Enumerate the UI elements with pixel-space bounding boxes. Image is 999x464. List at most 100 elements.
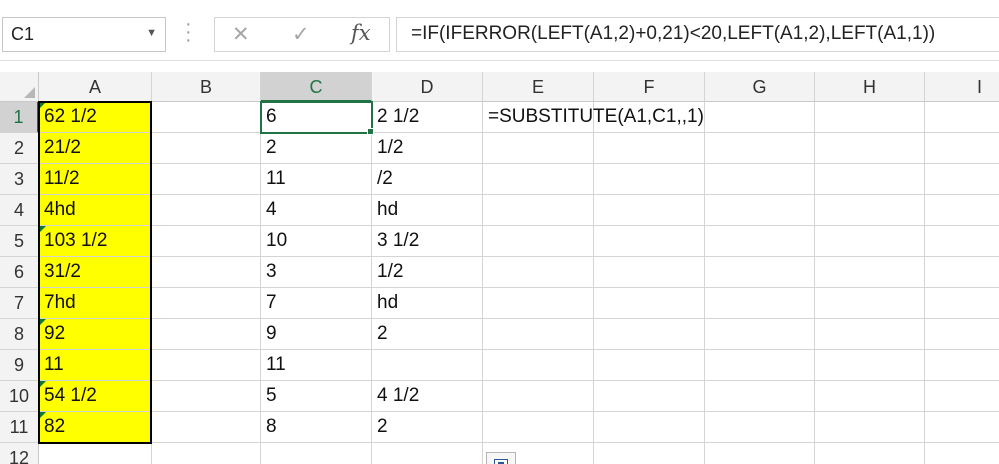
row-header-3[interactable]: 3 — [0, 164, 39, 195]
cell-c1[interactable]: 6 — [261, 102, 372, 133]
fx-icon[interactable]: fx — [351, 21, 371, 45]
row-header-12[interactable]: 12 — [0, 443, 39, 464]
row-header-11[interactable]: 11 — [0, 412, 39, 443]
cell-f3[interactable] — [594, 164, 705, 195]
row-header-1[interactable]: 1 — [0, 102, 39, 133]
cell-e4[interactable] — [483, 195, 594, 226]
cell-g5[interactable] — [705, 226, 815, 257]
cell-d1[interactable]: 2 1/2 — [372, 102, 483, 133]
cell-b12[interactable] — [152, 443, 261, 464]
row-header-10[interactable]: 10 — [0, 381, 39, 412]
cell-a7[interactable]: 7hd — [39, 288, 152, 319]
chevron-down-icon[interactable]: ▼ — [146, 27, 157, 39]
fill-handle[interactable] — [367, 128, 374, 135]
cell-b6[interactable] — [152, 257, 261, 288]
cell-h11[interactable] — [815, 412, 925, 443]
cell-i10[interactable] — [925, 381, 999, 412]
cell-g9[interactable] — [705, 350, 815, 381]
cell-g6[interactable] — [705, 257, 815, 288]
row-header-6[interactable]: 6 — [0, 257, 39, 288]
column-header-f[interactable]: F — [594, 72, 705, 102]
check-icon[interactable]: ✓ — [292, 22, 310, 47]
spreadsheet-grid[interactable]: A B C D E F G H I 1 62 1/2 6 2 1/2 =SUBSTITUTE(A1,C1,… — [0, 72, 999, 464]
cell-i11[interactable] — [925, 412, 999, 443]
cell-b5[interactable] — [152, 226, 261, 257]
cell-f12[interactable] — [594, 443, 705, 464]
column-header-d[interactable]: D — [372, 72, 483, 102]
cell-b11[interactable] — [152, 412, 261, 443]
column-header-i[interactable]: I — [925, 72, 999, 102]
cell-b4[interactable] — [152, 195, 261, 226]
cell-d5[interactable]: 3 1/2 — [372, 226, 483, 257]
cell-e3[interactable] — [483, 164, 594, 195]
cell-h2[interactable] — [815, 133, 925, 164]
cell-e6[interactable] — [483, 257, 594, 288]
cell-i12[interactable] — [925, 443, 999, 464]
cell-b8[interactable] — [152, 319, 261, 350]
cell-b1[interactable] — [152, 102, 261, 133]
cell-c2[interactable]: 2 — [261, 133, 372, 164]
select-all-button[interactable] — [0, 72, 39, 102]
cell-h3[interactable] — [815, 164, 925, 195]
cell-e11[interactable] — [483, 412, 594, 443]
cell-g11[interactable] — [705, 412, 815, 443]
cell-h12[interactable] — [815, 443, 925, 464]
cell-c3[interactable]: 11 — [261, 164, 372, 195]
column-header-g[interactable]: G — [705, 72, 815, 102]
cell-a12[interactable] — [39, 443, 152, 464]
cell-h8[interactable] — [815, 319, 925, 350]
cell-b9[interactable] — [152, 350, 261, 381]
cell-i4[interactable] — [925, 195, 999, 226]
cell-d10[interactable]: 4 1/2 — [372, 381, 483, 412]
cell-d7[interactable]: hd — [372, 288, 483, 319]
cell-f9[interactable] — [594, 350, 705, 381]
cell-a9[interactable]: 11 — [39, 350, 152, 381]
cell-c5[interactable]: 10 — [261, 226, 372, 257]
cell-e9[interactable] — [483, 350, 594, 381]
cell-b3[interactable] — [152, 164, 261, 195]
column-header-b[interactable]: B — [152, 72, 261, 102]
cell-g7[interactable] — [705, 288, 815, 319]
cell-g10[interactable] — [705, 381, 815, 412]
cell-h7[interactable] — [815, 288, 925, 319]
cell-i7[interactable] — [925, 288, 999, 319]
cell-h9[interactable] — [815, 350, 925, 381]
cell-f5[interactable] — [594, 226, 705, 257]
cell-h4[interactable] — [815, 195, 925, 226]
cell-b2[interactable] — [152, 133, 261, 164]
cell-d4[interactable]: hd — [372, 195, 483, 226]
cell-d6[interactable]: 1/2 — [372, 257, 483, 288]
cell-b7[interactable] — [152, 288, 261, 319]
cell-f10[interactable] — [594, 381, 705, 412]
cell-i3[interactable] — [925, 164, 999, 195]
cell-c11[interactable]: 8 — [261, 412, 372, 443]
cell-c6[interactable]: 3 — [261, 257, 372, 288]
cell-h10[interactable] — [815, 381, 925, 412]
row-header-8[interactable]: 8 — [0, 319, 39, 350]
cell-a4[interactable]: 4hd — [39, 195, 152, 226]
cell-g1[interactable] — [705, 102, 815, 133]
cell-g2[interactable] — [705, 133, 815, 164]
cell-f2[interactable] — [594, 133, 705, 164]
cell-d8[interactable]: 2 — [372, 319, 483, 350]
column-header-h[interactable]: H — [815, 72, 925, 102]
cell-e1[interactable]: =SUBSTITUTE(A1,C1,,1) — [483, 102, 704, 133]
cell-g3[interactable] — [705, 164, 815, 195]
cell-c8[interactable]: 9 — [261, 319, 372, 350]
column-header-e[interactable]: E — [483, 72, 594, 102]
cell-a6[interactable]: 31/2 — [39, 257, 152, 288]
cell-c12[interactable] — [261, 443, 372, 464]
cell-a8[interactable]: 92 — [39, 319, 152, 350]
cell-e8[interactable] — [483, 319, 594, 350]
close-icon[interactable]: ✕ — [232, 22, 250, 47]
cell-f7[interactable] — [594, 288, 705, 319]
row-header-7[interactable]: 7 — [0, 288, 39, 319]
cell-c7[interactable]: 7 — [261, 288, 372, 319]
cell-e7[interactable] — [483, 288, 594, 319]
cell-b10[interactable] — [152, 381, 261, 412]
cell-f4[interactable] — [594, 195, 705, 226]
cell-d11[interactable]: 2 — [372, 412, 483, 443]
cell-h1[interactable] — [815, 102, 925, 133]
cell-i8[interactable] — [925, 319, 999, 350]
cell-h6[interactable] — [815, 257, 925, 288]
